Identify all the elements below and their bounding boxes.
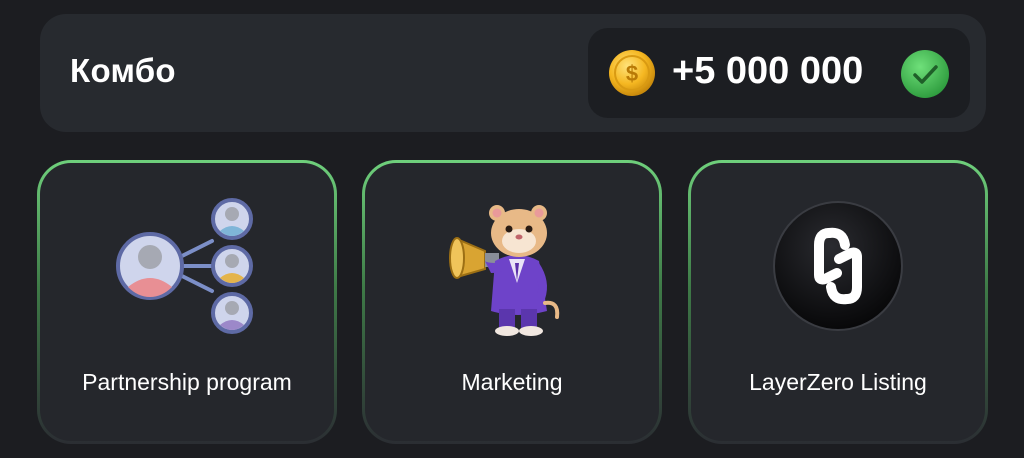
partnership-network-icon (116, 198, 253, 334)
combo-reward: $ +5 000 000 (588, 28, 970, 118)
card-partnership-program[interactable]: Partnership program (37, 160, 337, 444)
check-icon (901, 50, 949, 98)
card-marketing[interactable]: Marketing (362, 160, 662, 444)
combo-screen: Комбо $ +5 000 000 Partnership program M… (0, 0, 1024, 458)
reward-amount: +5 000 000 (672, 50, 864, 92)
hamster-megaphone-illustration (449, 205, 560, 336)
card-label: Marketing (461, 369, 563, 395)
layerzero-logo (773, 201, 903, 331)
svg-text:$: $ (626, 61, 638, 86)
combo-header: Комбо $ +5 000 000 (40, 14, 986, 132)
card-label: LayerZero Listing (749, 369, 927, 395)
card-layerzero-listing[interactable]: LayerZero Listing (688, 160, 988, 444)
coin-icon: $ (609, 50, 655, 96)
card-label: Partnership program (82, 369, 292, 395)
combo-title: Комбо (70, 52, 176, 89)
